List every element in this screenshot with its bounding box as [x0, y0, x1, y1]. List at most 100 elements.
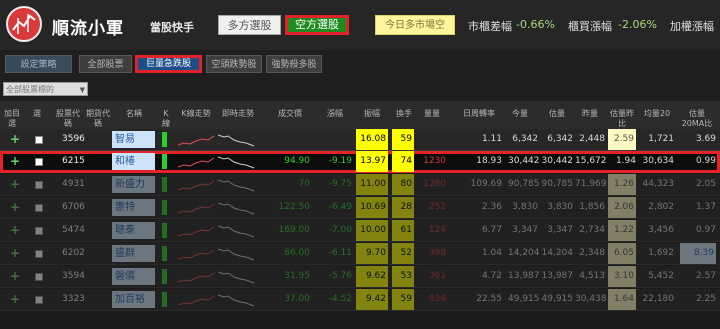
header-est-volume[interactable]: 估量: [545, 109, 569, 119]
cell-code: 3594: [62, 271, 85, 281]
add-watch-button[interactable]: +: [10, 289, 20, 310]
header-select[interactable]: 選: [28, 109, 46, 119]
table-row[interactable]: +3596 智易 16.08 59 1.11 6,342 6,342 2,448 2.59 1,7…: [0, 129, 720, 151]
cell-price: 37.00: [284, 294, 310, 304]
settings-button[interactable]: 設定策略: [5, 55, 72, 73]
header-price[interactable]: 成交價: [270, 109, 310, 119]
table-row[interactable]: +4931 新盛力 70 -9.75 11.00 80 1280 109.69 90,785 90…: [0, 174, 720, 196]
cell-chg: [322, 129, 352, 150]
row-checkbox[interactable]: [35, 227, 43, 235]
header-change[interactable]: 漲幅: [320, 109, 350, 119]
kline-bar: [162, 223, 167, 238]
header-avg20[interactable]: 均量20: [642, 109, 672, 119]
add-watch-button[interactable]: +: [10, 197, 20, 218]
header-futures-code[interactable]: 期貨代碼: [86, 109, 110, 129]
cell-yest: 4,513: [579, 271, 605, 281]
stock-name-link[interactable]: 和椿: [112, 153, 155, 170]
row-checkbox[interactable]: [35, 273, 43, 281]
stock-name-link[interactable]: 磐儀: [112, 268, 155, 285]
cell-est: 90,785: [541, 179, 574, 189]
kline-trend-chart: [178, 295, 215, 306]
tab-strong-short[interactable]: 強勢殺多股: [266, 55, 322, 73]
row-checkbox[interactable]: [35, 158, 43, 166]
cell-code: 5474: [62, 225, 85, 235]
cell-price: 94.90: [284, 156, 310, 166]
kline-bar: [162, 246, 167, 261]
cell-avg20: 44,323: [642, 179, 675, 189]
row-checkbox[interactable]: [35, 296, 43, 304]
add-watch-button[interactable]: +: [10, 220, 20, 241]
intraday-chart: [218, 179, 255, 192]
stock-name-link[interactable]: 加百裕: [112, 291, 155, 308]
add-watch-button[interactable]: +: [10, 266, 20, 287]
header-yest-volume[interactable]: 昨量: [578, 109, 602, 119]
tab-volume-drop[interactable]: 巨量急跌股: [135, 55, 202, 73]
cell-ratio: 2.06: [608, 197, 636, 218]
stock-filter-value: 全部股票標的: [6, 85, 54, 94]
row-checkbox[interactable]: [35, 204, 43, 212]
header-turnover[interactable]: 換手: [393, 109, 415, 119]
header-today-volume[interactable]: 今量: [508, 109, 532, 119]
table-row[interactable]: +3594 磐儀 31.95 -5.76 9.62 53 361 4.72 13,987 13,9…: [0, 266, 720, 288]
stat-label-taiex: 加權漲幅: [670, 20, 714, 33]
table-row[interactable]: +3323 加百裕 37.00 -4.52 9.42 59 634 22.55 49,915 49…: [0, 289, 720, 311]
header-name[interactable]: 名稱: [122, 109, 146, 119]
stock-name-link[interactable]: 盛群: [112, 245, 155, 262]
table-row[interactable]: +5474 聰泰 169.00 -7.00 10.00 61 124 6.77 3,347 3,3…: [0, 220, 720, 242]
cell-chg: -4.52: [328, 294, 352, 304]
row-checkbox[interactable]: [35, 250, 43, 258]
cell-chg: -5.76: [328, 271, 352, 281]
cell-rate: 18.93: [476, 156, 502, 166]
cell-avg20: 2,802: [648, 202, 674, 212]
table-row[interactable]: +6706 惠特 122.50 -6.49 10.69 28 252 2.36 3,830 3,8…: [0, 197, 720, 219]
cell-ma_ratio: 0.99: [695, 156, 716, 166]
add-watch-button[interactable]: +: [10, 243, 20, 264]
header-kline[interactable]: K線: [160, 109, 172, 129]
row-checkbox[interactable]: [35, 181, 43, 189]
tab-all-stocks[interactable]: 全部股票: [79, 55, 132, 73]
header-turnover-rate[interactable]: 日周轉率: [455, 109, 503, 119]
header-amplitude[interactable]: 振幅: [360, 109, 384, 119]
cell-code: 4931: [62, 179, 85, 189]
cell-rate: 22.55: [476, 294, 502, 304]
add-watch-button[interactable]: +: [10, 174, 20, 195]
cell-turn: 59: [392, 289, 414, 310]
table-row[interactable]: +6215 和椿 94.90 -9.19 13.97 74 1230 18.93 30,442 3…: [0, 151, 720, 173]
cell-chg: -9.75: [328, 179, 352, 189]
cell-rate: 6.77: [481, 225, 502, 235]
stock-name-link[interactable]: 智易: [112, 131, 155, 148]
intraday-chart: [218, 134, 255, 147]
kline-bar: [162, 177, 167, 192]
add-watch-button[interactable]: +: [10, 129, 20, 150]
table-row[interactable]: +6202 盛群 86.00 -6.11 9.70 52 398 1.04 14,204 14,2…: [0, 243, 720, 265]
header-volume[interactable]: 量量: [420, 109, 444, 119]
cell-amp: 10.00: [356, 220, 388, 241]
header-ma-ratio[interactable]: 估量20MA比: [678, 109, 716, 129]
cell-avg20: 22,180: [642, 294, 675, 304]
stock-name-link[interactable]: 新盛力: [112, 176, 155, 193]
cell-amp: 9.42: [356, 289, 388, 310]
stock-filter-select[interactable]: 全部股票標的 ▼: [3, 82, 88, 96]
header-est-ratio[interactable]: 估量昨比: [608, 109, 636, 129]
stock-name-link[interactable]: 聰泰: [112, 222, 155, 239]
header-intraday[interactable]: 即時走勢: [218, 109, 258, 119]
header-kline-trend[interactable]: K線走勢: [178, 109, 214, 119]
cell-yest: 15,672: [575, 156, 607, 166]
stock-name-link[interactable]: 惠特: [112, 199, 155, 216]
cell-turn: 80: [392, 174, 414, 195]
header-add[interactable]: 加目選: [3, 109, 21, 129]
add-watch-button[interactable]: +: [10, 151, 20, 172]
cell-ratio: 3.10: [608, 266, 636, 287]
cell-price: 122.50: [278, 202, 311, 212]
cell-vol: 124: [428, 225, 446, 235]
long-select-button[interactable]: 多方選股: [218, 15, 281, 35]
intraday-chart: [218, 156, 255, 169]
cell-chg: -6.11: [328, 248, 352, 258]
row-checkbox[interactable]: [35, 136, 43, 144]
kline-bar: [162, 200, 167, 215]
cell-ratio: 1.26: [608, 174, 636, 195]
header-code[interactable]: 股票代碼: [56, 109, 80, 129]
short-select-button[interactable]: 空方選股: [285, 15, 349, 35]
tab-bear-trend[interactable]: 空頭跌勢股: [206, 55, 262, 73]
cell-code: 6706: [62, 202, 85, 212]
